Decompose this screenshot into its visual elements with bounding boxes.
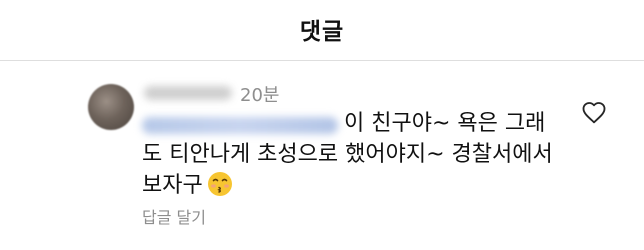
header-divider xyxy=(0,60,644,61)
like-button[interactable] xyxy=(580,100,608,126)
comment-body: 이 친구야~ 욕은 그래 도 티안나게 초성으로 했어야지~ 경찰서에서 보자구 xyxy=(142,108,582,201)
kissing-face-icon xyxy=(207,172,232,196)
comment-line: 도 티안나게 초성으로 했어야지~ 경찰서에서 xyxy=(142,142,553,167)
comments-header: 댓글 xyxy=(0,0,644,58)
username-redacted xyxy=(144,86,232,100)
comments-screen: 댓글 20분 이 친구야~ 욕은 그래 도 티안나게 초성으로 했어야지~ 경찰… xyxy=(0,0,644,250)
page-title: 댓글 xyxy=(299,19,345,45)
comment-line: 이 친구야~ 욕은 그래 xyxy=(344,111,546,136)
comment-line-last: 보자구 xyxy=(142,170,582,201)
comment-timestamp: 20분 xyxy=(240,85,280,106)
comment-line-text: 보자구 xyxy=(142,173,203,198)
heart-outline-icon xyxy=(582,102,606,124)
reply-button[interactable]: 답글 달기 xyxy=(142,204,206,228)
avatar[interactable] xyxy=(88,84,134,130)
